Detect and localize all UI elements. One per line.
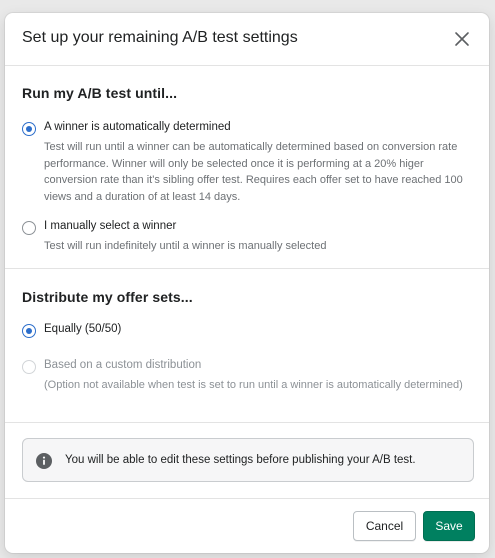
radio-label-auto-winner: A winner is automatically determined: [44, 121, 231, 133]
radio-help-auto-winner: Test will run until a winner can be auto…: [44, 141, 463, 203]
info-section: You will be able to edit these settings …: [5, 423, 489, 499]
close-icon: [455, 32, 469, 46]
radio-help-custom-distribution: (Option not available when test is set t…: [44, 379, 463, 391]
radio-option-equal[interactable]: Equally (50/50): [22, 323, 477, 341]
distribute-heading: Distribute my offer sets...: [22, 289, 193, 305]
radio-button-auto-winner[interactable]: [22, 122, 36, 136]
radio-button-custom-distribution: [22, 360, 36, 374]
radio-button-equal[interactable]: [22, 324, 36, 338]
radio-label-custom-distribution: Based on a custom distribution: [44, 359, 202, 371]
modal-header: Set up your remaining A/B test settings: [5, 13, 489, 66]
close-button[interactable]: [449, 26, 475, 52]
radio-button-manual-winner[interactable]: [22, 221, 36, 235]
radio-label-equal: Equally (50/50): [44, 323, 122, 335]
radio-option-manual-winner[interactable]: I manually select a winner Test will run…: [22, 220, 477, 260]
info-icon: [36, 453, 52, 469]
save-button[interactable]: Save: [423, 511, 475, 541]
modal-footer: Cancel Save: [5, 499, 489, 553]
modal-title: Set up your remaining A/B test settings: [22, 29, 298, 46]
run-until-heading: Run my A/B test until...: [22, 85, 178, 101]
radio-label-manual-winner: I manually select a winner: [44, 220, 177, 232]
distribute-section: Distribute my offer sets... Equally (50/…: [5, 269, 489, 423]
radio-option-custom-distribution: Based on a custom distribution (Option n…: [22, 359, 477, 415]
info-banner: You will be able to edit these settings …: [22, 438, 474, 482]
cancel-button[interactable]: Cancel: [353, 511, 416, 541]
info-banner-text: You will be able to edit these settings …: [65, 454, 416, 466]
radio-option-auto-winner[interactable]: A winner is automatically determined Tes…: [22, 121, 477, 203]
radio-help-manual-winner: Test will run indefinitely until a winne…: [44, 240, 327, 252]
run-until-section: Run my A/B test until... A winner is aut…: [5, 67, 489, 269]
ab-test-settings-modal: Set up your remaining A/B test settings …: [5, 13, 489, 553]
